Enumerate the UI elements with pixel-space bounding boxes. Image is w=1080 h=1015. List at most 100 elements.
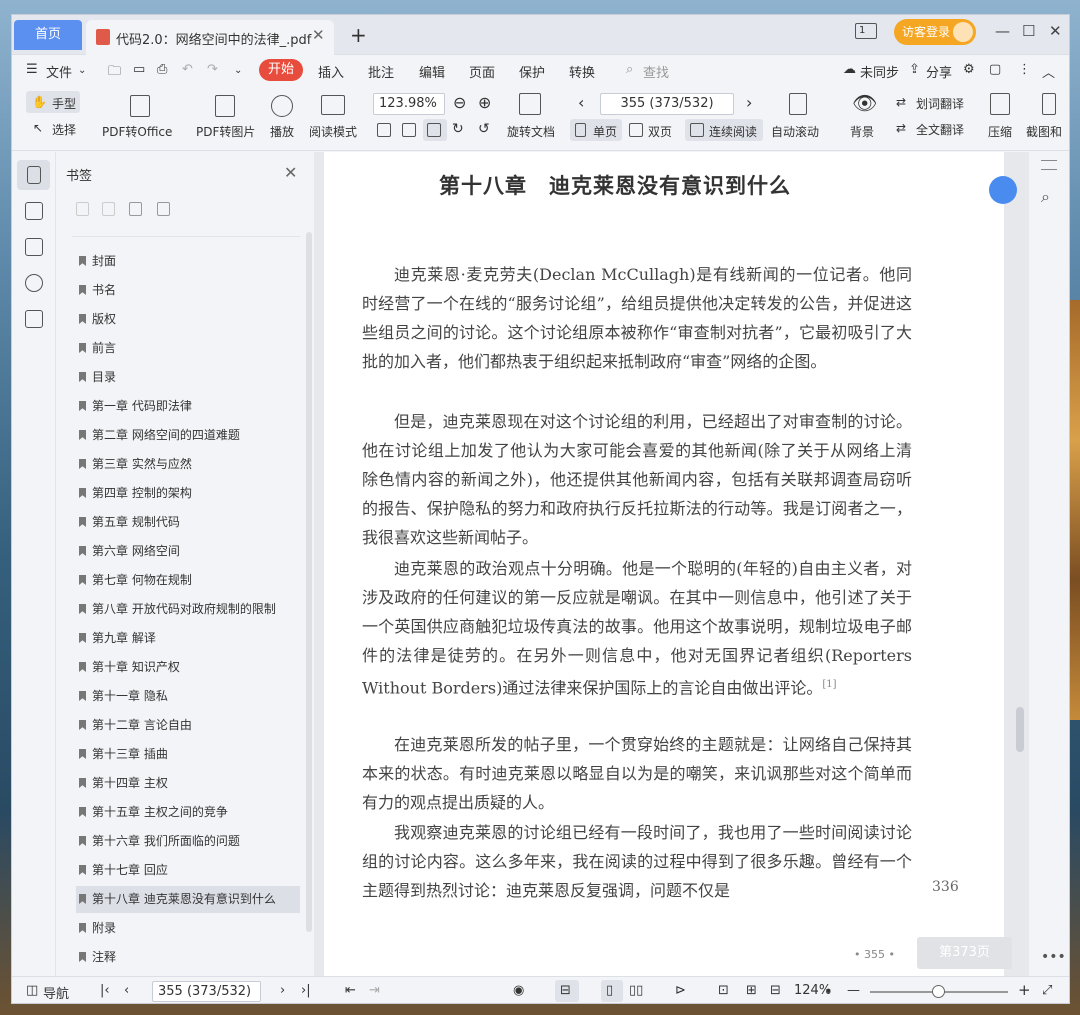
more-icon[interactable]: ⋮ — [1018, 62, 1031, 77]
zoom-dropdown-icon[interactable]: ▾ — [826, 987, 831, 997]
bookmark-item[interactable]: 第十七章 回应 — [76, 857, 300, 884]
back-icon[interactable]: ⇤ — [345, 983, 356, 998]
actual-size-icon[interactable] — [377, 123, 391, 137]
cloud-sync-icon[interactable]: ☁ — [843, 62, 856, 77]
search-text-icon[interactable]: ⌕ — [1041, 187, 1050, 207]
page-tool-float-button[interactable] — [989, 176, 1017, 204]
expand-bookmark-icon[interactable] — [129, 202, 142, 216]
bookmark-item[interactable]: 前言 — [76, 335, 300, 362]
menu-edit[interactable]: 编辑 — [419, 62, 445, 81]
screenshot-button[interactable]: 截图和 — [1026, 123, 1064, 140]
bookmark-item[interactable]: 第十四章 主权 — [76, 770, 300, 797]
play-icon[interactable] — [271, 95, 293, 117]
menu-convert[interactable]: 转换 — [569, 62, 595, 81]
first-page-icon[interactable]: |‹ — [100, 983, 110, 998]
compress-button[interactable]: 压缩 — [988, 123, 1012, 140]
rotate-document-button[interactable]: 旋转文档 — [507, 123, 555, 140]
bookmark-item[interactable]: 第十一章 隐私 — [76, 683, 300, 710]
bookmark-item[interactable]: 第六章 网络空间 — [76, 538, 300, 565]
search-input[interactable]: 查找 — [643, 62, 669, 81]
bookmark-panel-icon[interactable] — [27, 166, 41, 184]
collapse-ribbon-icon[interactable]: ︿ — [1042, 62, 1055, 81]
prev-page-status-icon[interactable]: ‹ — [124, 983, 129, 998]
select-tool[interactable]: 选择 — [52, 121, 76, 138]
bookmark-item[interactable]: 版权 — [76, 306, 300, 333]
hamburger-icon[interactable]: ☰ — [26, 62, 38, 77]
right-panel-toggle-icon[interactable] — [1041, 160, 1057, 170]
pdf-to-image-button[interactable]: PDF转图片 — [196, 123, 255, 140]
redo-icon[interactable]: ↷ — [207, 62, 218, 77]
zoom-in-status-button[interactable]: + — [1018, 981, 1031, 999]
background-button[interactable]: 背景 — [850, 123, 874, 140]
menu-annotate[interactable]: 批注 — [368, 62, 394, 81]
bookmark-item[interactable]: 第十二章 言论自由 — [76, 712, 300, 739]
open-folder-icon[interactable]: 🗀 — [108, 62, 121, 84]
bookmark-item[interactable]: 封面 — [76, 248, 300, 275]
bookmark-item[interactable]: 第二章 网络空间的四道难题 — [76, 422, 300, 449]
hand-tool[interactable]: 手型 — [52, 95, 76, 112]
fit-width-icon[interactable] — [427, 123, 441, 137]
eye-protect-icon[interactable]: ◉ — [513, 983, 524, 998]
eye-icon[interactable]: 👁 — [852, 91, 877, 115]
collapse-bookmark-icon[interactable] — [157, 202, 170, 216]
bookmark-item[interactable]: 第十三章 插曲 — [76, 741, 300, 768]
bookmark-item[interactable]: 第四章 控制的架构 — [76, 480, 300, 507]
more-options-icon[interactable]: ••• — [1041, 949, 1066, 965]
play-status-icon[interactable]: ⊳ — [675, 983, 686, 998]
pdf-to-office-icon[interactable] — [130, 95, 150, 117]
close-panel-icon[interactable]: ✕ — [284, 163, 297, 182]
bookmark-item[interactable]: 目录 — [76, 364, 300, 391]
bookmark-item[interactable]: 第五章 规制代码 — [76, 509, 300, 536]
next-page-icon[interactable]: › — [746, 93, 752, 112]
share-icon[interactable]: ⇪ — [909, 62, 920, 77]
bookmark-item[interactable]: 第一章 代码即法律 — [76, 393, 300, 420]
comment-icon[interactable]: ▢ — [989, 62, 1001, 77]
footnote-ref[interactable]: [1] — [822, 679, 836, 690]
bookmark-item[interactable]: 第十五章 主权之间的竞争 — [76, 799, 300, 826]
menu-start[interactable]: 开始 — [259, 59, 303, 81]
continuous-read-button[interactable]: 连续阅读 — [709, 123, 757, 140]
double-page-icon[interactable] — [629, 123, 643, 137]
menu-page[interactable]: 页面 — [469, 62, 495, 81]
new-tab-button[interactable]: + — [350, 23, 367, 47]
bookmark-item[interactable]: 第十章 知识产权 — [76, 654, 300, 681]
rotate-doc-icon[interactable] — [519, 93, 541, 115]
bookmark-item[interactable]: 第十六章 我们所面临的问题 — [76, 828, 300, 855]
close-tab-icon[interactable]: ✕ — [312, 26, 325, 44]
menu-protect[interactable]: 保护 — [519, 62, 545, 81]
zoom-select[interactable]: 123.98% — [373, 93, 445, 115]
page-number-input[interactable]: 355 (373/532) — [600, 93, 734, 115]
undo-icon[interactable]: ↶ — [182, 62, 193, 77]
bookmark-item[interactable]: 第十八章 迪克莱恩没有意识到什么 — [76, 886, 300, 913]
double-page-button[interactable]: 双页 — [648, 123, 672, 140]
search-icon[interactable]: ⌕ — [626, 62, 633, 77]
thumbnail-icon[interactable] — [25, 202, 43, 220]
bookmark-item[interactable]: 第七章 何物在规制 — [76, 567, 300, 594]
comment-panel-icon[interactable] — [25, 238, 43, 256]
zoom-out-icon[interactable]: ⊖ — [453, 93, 466, 112]
bookmark-item[interactable]: 第九章 解译 — [76, 625, 300, 652]
chevron-down-icon[interactable]: ⌄ — [78, 65, 86, 76]
compress-icon[interactable] — [990, 93, 1010, 115]
add-sub-bookmark-icon[interactable] — [102, 202, 115, 216]
fit-width-status-icon[interactable]: ⊟ — [770, 983, 781, 998]
maximize-icon[interactable]: ☐ — [1022, 22, 1035, 40]
continuous-status-icon[interactable]: ⊟ — [560, 983, 571, 998]
unsync-label[interactable]: 未同步 — [860, 62, 899, 81]
cursor-icon[interactable]: ↖ — [33, 121, 43, 135]
word-translate-button[interactable]: 划词翻译 — [916, 95, 964, 112]
fullscreen-icon[interactable]: ⤢ — [1042, 983, 1052, 998]
last-page-icon[interactable]: ›| — [301, 983, 311, 998]
settings-icon[interactable]: ⚙ — [963, 62, 975, 77]
fit-page-icon[interactable] — [402, 123, 416, 137]
zoom-in-icon[interactable]: ⊕ — [478, 93, 491, 112]
auto-scroll-button[interactable]: 自动滚动 — [771, 123, 819, 140]
print-icon[interactable]: ⎙ — [157, 62, 167, 77]
document-scrollbar[interactable] — [1016, 707, 1024, 752]
fit-page-status-icon[interactable]: ⊞ — [746, 983, 757, 998]
add-bookmark-icon[interactable] — [76, 202, 89, 216]
panel-toggle-icon[interactable]: 1 — [855, 23, 877, 39]
tab-home[interactable]: 首页 — [14, 20, 82, 50]
zoom-slider-thumb[interactable] — [932, 985, 945, 998]
read-mode-icon[interactable] — [321, 95, 345, 115]
